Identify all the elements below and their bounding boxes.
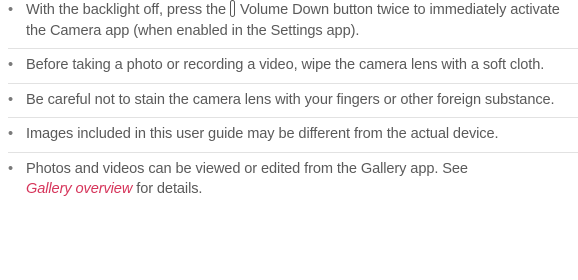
divider xyxy=(8,48,578,49)
bullet-stain-warning: Be careful not to stain the camera lens … xyxy=(0,90,578,111)
bullet-wipe-lens: Before taking a photo or recording a vid… xyxy=(0,55,578,76)
tips-bullet-list: With the backlight off, press theVolume … xyxy=(0,0,578,200)
bullet-text-after-link: for details. xyxy=(136,181,203,197)
bullet-text: Images included in this user guide may b… xyxy=(26,126,499,142)
gallery-overview-link[interactable]: Gallery overview xyxy=(26,181,132,197)
bullet-text-before-link: Photos and videos can be viewed or edite… xyxy=(26,160,468,177)
divider xyxy=(8,82,578,84)
divider xyxy=(8,151,578,153)
bullet-text-part1: With the backlight off, press the xyxy=(26,2,227,18)
divider xyxy=(8,117,578,118)
bullet-gallery-reference: Photos and videos can be viewed or edite… xyxy=(0,159,578,200)
bullet-text: Before taking a photo or recording a vid… xyxy=(26,57,545,73)
bullet-image-disclaimer: Images included in this user guide may b… xyxy=(0,124,578,145)
bullet-text: Be careful not to stain the camera lens … xyxy=(26,91,555,108)
bullet-quick-camera-launch: With the backlight off, press theVolume … xyxy=(0,0,578,41)
volume-down-key-icon xyxy=(230,0,236,17)
